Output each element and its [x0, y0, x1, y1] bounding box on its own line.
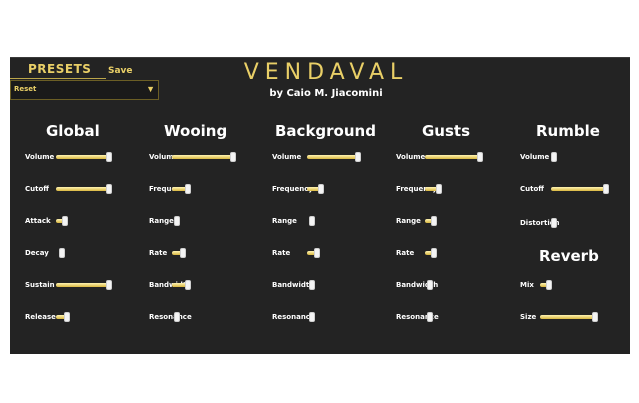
- gusts-resonance-slider-thumb[interactable]: [427, 312, 433, 322]
- global-volume-slider-thumb[interactable]: [106, 152, 112, 162]
- section-title-wooing: Wooing: [164, 122, 228, 140]
- global-volume-label: Volume: [25, 153, 55, 161]
- rumble-volume-label: Volume: [520, 153, 550, 161]
- gusts-bandwidth-slider-thumb[interactable]: [427, 280, 433, 290]
- background-volume-slider-fill: [307, 155, 359, 159]
- reverb-size-slider-thumb[interactable]: [592, 312, 598, 322]
- rumble-cutoff-slider-fill: [551, 187, 607, 191]
- background-rate-slider[interactable]: [307, 248, 361, 258]
- gusts-range-slider-thumb[interactable]: [431, 216, 437, 226]
- wooing-volume-slider-fill: [172, 155, 234, 159]
- global-release-label: Release: [25, 313, 56, 321]
- section-title-rumble: Rumble: [536, 122, 600, 140]
- rumble-cutoff-label: Cutoff: [520, 185, 544, 193]
- rumble-distortion-slider[interactable]: [551, 218, 609, 228]
- global-cutoff-slider-thumb[interactable]: [106, 184, 112, 194]
- wooing-frequency-slider[interactable]: [172, 184, 236, 194]
- gusts-resonance-slider[interactable]: [425, 312, 483, 322]
- global-sustain-slider[interactable]: [56, 280, 112, 290]
- section-title-reverb: Reverb: [539, 247, 599, 265]
- global-sustain-slider-fill: [56, 283, 110, 287]
- gusts-volume-slider-fill: [425, 155, 481, 159]
- reverb-size-label: Size: [520, 313, 537, 321]
- global-attack-slider-thumb[interactable]: [62, 216, 68, 226]
- save-button[interactable]: Save: [108, 66, 133, 76]
- wooing-rate-slider-thumb[interactable]: [180, 248, 186, 258]
- global-cutoff-slider-fill: [56, 187, 110, 191]
- rumble-distortion-slider-thumb[interactable]: [551, 218, 557, 228]
- gusts-rate-slider-thumb[interactable]: [431, 248, 437, 258]
- section-title-global: Global: [46, 122, 100, 140]
- global-decay-slider-thumb[interactable]: [59, 248, 65, 258]
- reverb-mix-slider-thumb[interactable]: [546, 280, 552, 290]
- background-frequency-slider[interactable]: [307, 184, 361, 194]
- global-decay-slider[interactable]: [56, 248, 112, 258]
- background-bandwidth-slider[interactable]: [307, 280, 361, 290]
- global-attack-slider[interactable]: [56, 216, 112, 226]
- wooing-frequency-slider-thumb[interactable]: [185, 184, 191, 194]
- reverb-mix-slider[interactable]: [540, 280, 598, 290]
- preset-selected-value: Reset: [14, 85, 37, 93]
- background-range-slider-thumb[interactable]: [309, 216, 315, 226]
- wooing-rate-label: Rate: [149, 249, 168, 257]
- background-volume-slider-thumb[interactable]: [355, 152, 361, 162]
- rumble-volume-slider[interactable]: [551, 152, 609, 162]
- gusts-frequency-slider-thumb[interactable]: [436, 184, 442, 194]
- app-title: VENDAVAL: [243, 60, 409, 85]
- gusts-range-label: Range: [396, 217, 421, 225]
- global-sustain-label: Sustain: [25, 281, 55, 289]
- dropdown-arrow-icon: ▼: [146, 84, 155, 94]
- wooing-range-label: Range: [149, 217, 174, 225]
- rumble-cutoff-slider-thumb[interactable]: [603, 184, 609, 194]
- wooing-bandwidth-slider-thumb[interactable]: [185, 280, 191, 290]
- wooing-range-slider[interactable]: [172, 216, 236, 226]
- reverb-size-slider[interactable]: [540, 312, 598, 322]
- wooing-volume-slider-thumb[interactable]: [230, 152, 236, 162]
- wooing-range-slider-thumb[interactable]: [174, 216, 180, 226]
- section-title-background: Background: [275, 122, 376, 140]
- reverb-size-slider-fill: [540, 315, 596, 319]
- global-cutoff-slider[interactable]: [56, 184, 112, 194]
- global-cutoff-label: Cutoff: [25, 185, 49, 193]
- background-rate-slider-thumb[interactable]: [314, 248, 320, 258]
- wooing-resonance-slider[interactable]: [172, 312, 236, 322]
- gusts-volume-slider[interactable]: [425, 152, 483, 162]
- global-release-slider-thumb[interactable]: [64, 312, 70, 322]
- global-volume-slider-fill: [56, 155, 110, 159]
- author-credit: by Caio M. Jiacomini: [269, 88, 383, 99]
- gusts-rate-slider[interactable]: [425, 248, 483, 258]
- plugin-panel: PRESETS Save Reset ▼ VENDAVAL by Caio M.…: [10, 57, 630, 354]
- gusts-volume-slider-thumb[interactable]: [477, 152, 483, 162]
- global-volume-slider[interactable]: [56, 152, 112, 162]
- preset-dropdown[interactable]: Reset ▼: [10, 80, 159, 100]
- rumble-volume-slider-thumb[interactable]: [551, 152, 557, 162]
- presets-underline: [10, 78, 106, 79]
- global-decay-label: Decay: [25, 249, 49, 257]
- reverb-mix-label: Mix: [520, 281, 534, 289]
- background-frequency-slider-thumb[interactable]: [318, 184, 324, 194]
- wooing-rate-slider[interactable]: [172, 248, 236, 258]
- global-release-slider[interactable]: [56, 312, 112, 322]
- presets-label: PRESETS: [28, 62, 92, 76]
- gusts-rate-label: Rate: [396, 249, 415, 257]
- section-title-gusts: Gusts: [422, 122, 471, 140]
- background-rate-label: Rate: [272, 249, 291, 257]
- wooing-resonance-slider-thumb[interactable]: [174, 312, 180, 322]
- background-volume-label: Volume: [272, 153, 302, 161]
- background-volume-slider[interactable]: [307, 152, 361, 162]
- gusts-bandwidth-slider[interactable]: [425, 280, 483, 290]
- gusts-frequency-slider[interactable]: [425, 184, 483, 194]
- rumble-cutoff-slider[interactable]: [551, 184, 609, 194]
- background-range-label: Range: [272, 217, 297, 225]
- gusts-volume-label: Volume: [396, 153, 426, 161]
- global-attack-label: Attack: [25, 217, 51, 225]
- background-resonance-slider[interactable]: [307, 312, 361, 322]
- global-sustain-slider-thumb[interactable]: [106, 280, 112, 290]
- wooing-bandwidth-slider[interactable]: [172, 280, 236, 290]
- background-bandwidth-slider-thumb[interactable]: [309, 280, 315, 290]
- background-resonance-slider-thumb[interactable]: [309, 312, 315, 322]
- gusts-range-slider[interactable]: [425, 216, 483, 226]
- wooing-volume-slider[interactable]: [172, 152, 236, 162]
- background-range-slider[interactable]: [307, 216, 361, 226]
